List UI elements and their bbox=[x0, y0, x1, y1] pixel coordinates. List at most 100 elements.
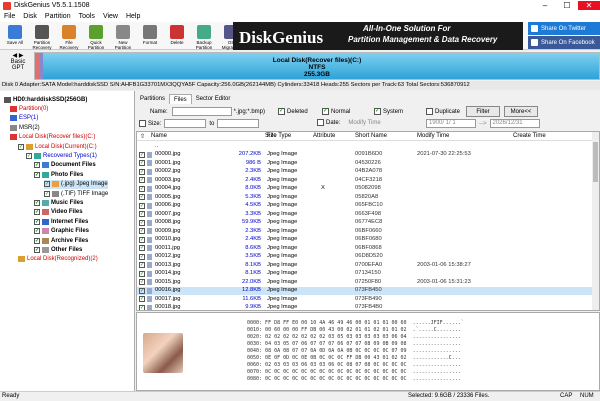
table-row[interactable]: ✓ 00010.jpg 2.4KB Jpeg Image 06BF0680 bbox=[137, 236, 599, 244]
normal-checkbox[interactable]: ✓ bbox=[322, 108, 329, 115]
table-row[interactable]: ✓ 00016.jpg 12.8KB Jpeg Image 073FB450 bbox=[137, 286, 599, 295]
row-checkbox[interactable]: ✓ bbox=[139, 151, 145, 158]
delete-tool-button[interactable]: Delete bbox=[164, 23, 190, 49]
tree-checkbox[interactable]: ✓ bbox=[44, 181, 50, 188]
table-row[interactable]: ✓ 00018.jpg 9.9KB Jpeg Image 073FB4B0 bbox=[137, 304, 599, 310]
date-type-select[interactable]: Modify Time bbox=[348, 120, 380, 126]
tree-item[interactable]: ✓ Other Files bbox=[34, 245, 82, 254]
tree-item[interactable]: ✓ Archive Files bbox=[34, 236, 88, 245]
tree-item[interactable]: ✓ Document Files bbox=[34, 161, 96, 170]
row-checkbox[interactable]: ✓ bbox=[139, 287, 145, 294]
col-file-type[interactable]: File Type bbox=[267, 133, 291, 139]
maximize-button[interactable]: ☐ bbox=[556, 1, 578, 10]
disk-nav-arrows[interactable]: ◀ ▶ bbox=[3, 52, 33, 59]
menu-view[interactable]: View bbox=[99, 13, 122, 20]
row-checkbox[interactable]: ✓ bbox=[139, 304, 145, 310]
table-row[interactable]: ✓ 00006.jpg 4.5KB Jpeg Image 065FBC10 bbox=[137, 202, 599, 210]
tree-item[interactable]: ✓ Graphic Files bbox=[34, 227, 89, 236]
size-checkbox[interactable] bbox=[139, 120, 146, 127]
table-row[interactable]: ✓ 00014.jpg 8.1KB Jpeg Image 07134150 bbox=[137, 270, 599, 278]
tree-checkbox[interactable]: ✓ bbox=[34, 218, 40, 225]
save-tool-button[interactable]: Save All bbox=[2, 23, 28, 49]
backup-tool-button[interactable]: Backup Partition bbox=[191, 23, 217, 50]
name-input[interactable] bbox=[171, 107, 232, 116]
table-row[interactable]: ✓ 00015.jpg 22.0KB Jpeg Image 07250F80 2003-0… bbox=[137, 278, 599, 286]
table-row[interactable]: ✓ 00005.jpg 5.3KB Jpeg Image 05820A8 bbox=[137, 193, 599, 201]
recovery-tool-button[interactable]: File Recovery bbox=[56, 23, 82, 50]
row-checkbox[interactable]: ✓ bbox=[139, 270, 145, 277]
size-from-input[interactable] bbox=[164, 119, 207, 128]
tree-item[interactable]: ✓ Photo Files bbox=[34, 170, 83, 179]
tree-checkbox[interactable]: ✓ bbox=[18, 143, 24, 150]
table-row[interactable]: ✓ 00011.jpg 8.6KB Jpeg Image 06BF0868 bbox=[137, 244, 599, 252]
share-twitter-button[interactable]: Share On Twitter bbox=[528, 22, 600, 35]
tree-item[interactable]: ESP(1) bbox=[10, 114, 38, 123]
format-tool-button[interactable]: Format bbox=[137, 23, 163, 49]
file-list-scrollbar[interactable] bbox=[592, 132, 599, 310]
tab-sector-editor[interactable]: Sector Editor bbox=[192, 94, 235, 104]
up-folder-icon[interactable]: ⇧ bbox=[140, 133, 145, 140]
menu-partition[interactable]: Partition bbox=[41, 13, 75, 20]
date-checkbox[interactable] bbox=[317, 119, 324, 126]
menu-tools[interactable]: Tools bbox=[75, 13, 99, 20]
tree-item[interactable]: HD0:harddiskSSD(256GB) bbox=[4, 95, 87, 104]
row-checkbox[interactable]: ✓ bbox=[139, 211, 145, 217]
minimize-button[interactable]: – bbox=[534, 1, 556, 10]
table-row[interactable]: ✓ 00001.jpg 986 B Jpeg Image 04530226 bbox=[137, 159, 599, 167]
tree-checkbox[interactable]: ✓ bbox=[26, 152, 32, 159]
tree-item[interactable]: ✓ Internet Files bbox=[34, 217, 88, 226]
row-checkbox[interactable]: ✓ bbox=[139, 168, 145, 175]
row-checkbox[interactable]: ✓ bbox=[139, 202, 145, 209]
col-modify-time[interactable]: Modify Time bbox=[417, 133, 449, 139]
tree-checkbox[interactable]: ✓ bbox=[44, 190, 50, 197]
row-checkbox[interactable]: ✓ bbox=[139, 296, 145, 302]
row-checkbox[interactable]: ✓ bbox=[139, 185, 145, 192]
filter-button[interactable]: Filter bbox=[466, 106, 500, 117]
date-from-input[interactable]: 1900/ 1/ 1 bbox=[426, 119, 476, 128]
quick-partition-tool-button[interactable]: Quick Partition bbox=[83, 23, 109, 50]
table-row[interactable]: ✓ 00009.jpg 2.3KB Jpeg Image 06BF0660 bbox=[137, 227, 599, 235]
share-facebook-button[interactable]: Share On Facebook bbox=[528, 36, 600, 49]
tree-item[interactable]: Local Disk(Recover files)(C:) bbox=[10, 133, 95, 142]
tree-item[interactable]: ✓ Local Disk(Current)(C:) bbox=[18, 142, 97, 151]
tree-checkbox[interactable]: ✓ bbox=[34, 246, 40, 253]
menu-help[interactable]: Help bbox=[122, 13, 144, 20]
tab-files[interactable]: Files bbox=[169, 94, 192, 104]
tree-item[interactable]: ✓ (.jpg) Jpeg Image bbox=[44, 179, 108, 189]
col-short-name[interactable]: Short Name bbox=[355, 133, 387, 139]
table-row[interactable]: ✓ 00007.jpg 3.3KB Jpeg Image 0663F498 bbox=[137, 210, 599, 218]
table-row[interactable]: ✓ 00002.jpg 2.3KB Jpeg Image 04B2A078 bbox=[137, 168, 599, 176]
row-checkbox[interactable]: ✓ bbox=[139, 253, 145, 260]
tree-checkbox[interactable]: ✓ bbox=[34, 171, 40, 178]
row-checkbox[interactable]: ✓ bbox=[139, 245, 145, 251]
row-checkbox[interactable]: ✓ bbox=[139, 219, 145, 226]
row-checkbox[interactable]: ✓ bbox=[139, 279, 145, 285]
close-button[interactable]: ✕ bbox=[578, 1, 600, 10]
table-row[interactable]: ✓ 00013.jpg 8.1KB Jpeg Image 0700EFA0 2003-01… bbox=[137, 261, 599, 269]
tree-item[interactable]: Partition(0) bbox=[10, 104, 48, 113]
tree-item[interactable]: Local Disk(Recognized)(2) bbox=[18, 255, 98, 264]
tree-item[interactable]: ✓ Video Files bbox=[34, 208, 83, 217]
tree-item[interactable]: MSR(2) bbox=[10, 123, 40, 132]
more-button[interactable]: More<< bbox=[504, 106, 538, 117]
partition-block[interactable]: Local Disk(Recover files)(C:) NTFS 255.3… bbox=[34, 52, 600, 80]
table-row[interactable]: ✓ 00012.jpg 3.5KB Jpeg Image 06D8D520 bbox=[137, 253, 599, 261]
row-checkbox[interactable]: ✓ bbox=[139, 194, 145, 200]
col-attribute[interactable]: Attribute bbox=[313, 133, 335, 139]
row-checkbox[interactable]: ✓ bbox=[139, 160, 145, 166]
tree-item[interactable]: ✓ Music Files bbox=[34, 198, 83, 207]
table-row[interactable]: ✓ 00003.jpg 2.4KB Jpeg Image 04CF3218 bbox=[137, 176, 599, 184]
table-row[interactable]: ✓ 00004.jpg 8.0KB Jpeg Image X 05082098 bbox=[137, 185, 599, 193]
tree-checkbox[interactable]: ✓ bbox=[34, 228, 40, 235]
row-checkbox[interactable]: ✓ bbox=[139, 236, 145, 243]
col-create-time[interactable]: Create Time bbox=[513, 133, 546, 139]
table-row[interactable]: ✓ 00008.jpg 59.9KB Jpeg Image 06774EC8 bbox=[137, 219, 599, 227]
menu-disk[interactable]: Disk bbox=[19, 13, 41, 20]
tree-checkbox[interactable]: ✓ bbox=[34, 237, 40, 244]
date-to-input[interactable]: 2026/12/31 bbox=[489, 119, 540, 128]
tree-item[interactable]: ✓ (.TIF) TIFF Image bbox=[44, 189, 108, 198]
row-checkbox[interactable]: ✓ bbox=[139, 262, 145, 268]
size-to-input[interactable] bbox=[217, 119, 260, 128]
col-name[interactable]: Name bbox=[151, 133, 167, 139]
scrollbar-thumb[interactable] bbox=[593, 142, 598, 182]
